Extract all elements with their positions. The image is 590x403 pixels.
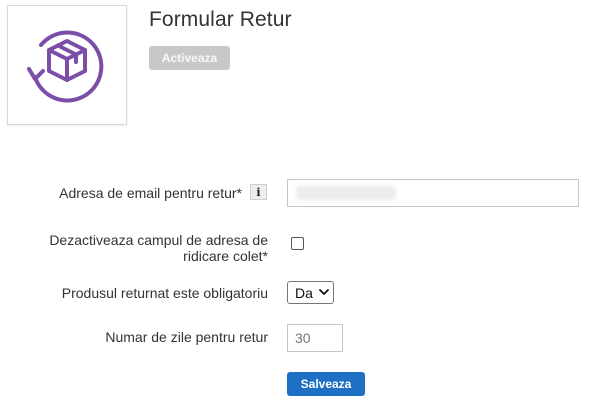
email-value-redacted — [296, 186, 396, 200]
page-title: Formular Retur — [149, 8, 292, 31]
chevron-down-icon — [319, 289, 329, 295]
disable-pickup-label-line1: Dezactiveaza campul de adresa de — [49, 232, 268, 248]
save-button[interactable]: Salveaza — [287, 372, 365, 396]
return-days-label: Numar de zile pentru retur — [105, 329, 268, 345]
product-required-label: Produsul returnat este obligatoriu — [61, 285, 268, 301]
product-required-selected: Da — [295, 284, 313, 301]
disable-pickup-label: Dezactiveaza campul de adresa de ridicar… — [20, 232, 268, 264]
activate-button[interactable]: Activeaza — [149, 46, 230, 70]
disable-pickup-label-line2: ridicare colet* — [183, 248, 268, 264]
email-label: Adresa de email pentru retur* — [59, 185, 242, 201]
app-logo — [7, 5, 127, 125]
box-return-icon — [27, 30, 104, 103]
email-field[interactable] — [287, 179, 579, 207]
disable-pickup-checkbox[interactable] — [291, 237, 304, 250]
product-required-select[interactable]: Da — [287, 281, 334, 304]
return-days-field[interactable]: 30 — [287, 324, 343, 352]
info-icon[interactable]: i — [250, 184, 267, 200]
